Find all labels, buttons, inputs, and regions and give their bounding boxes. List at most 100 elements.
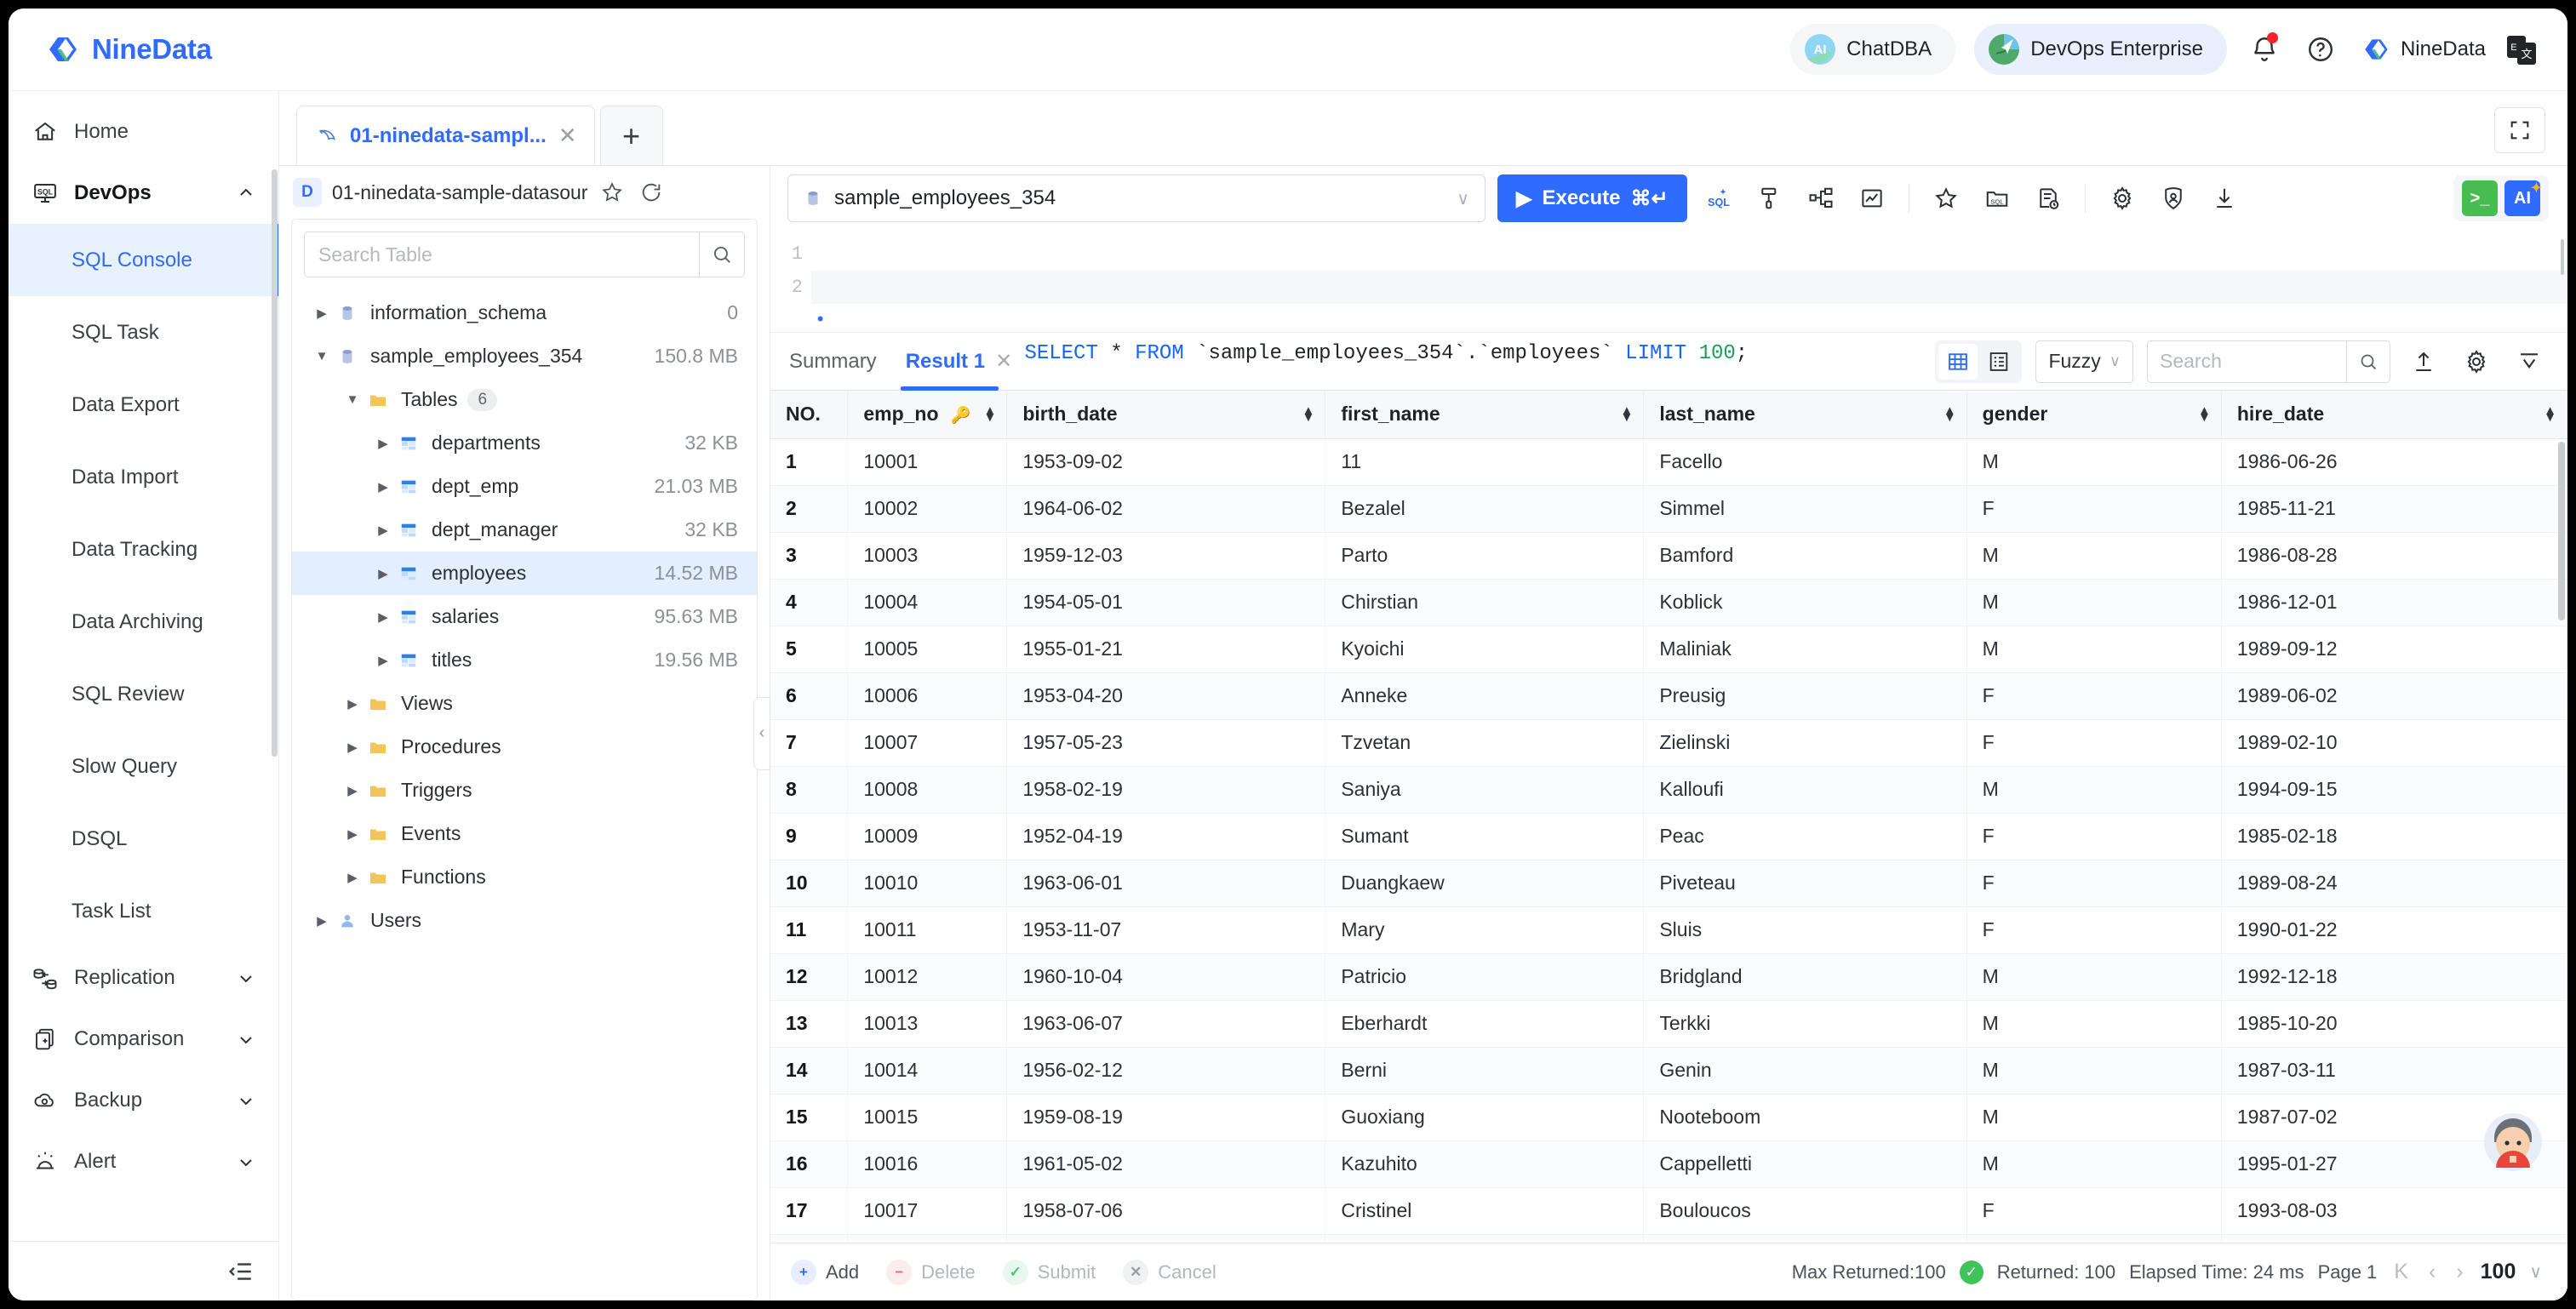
cell-emp_no[interactable]: 10018	[847, 1234, 1008, 1243]
sql-history-icon[interactable]	[2029, 179, 2068, 218]
cell-gender[interactable]: M	[1966, 626, 2222, 673]
cell-birth_date[interactable]: 1958-02-19	[1006, 766, 1326, 814]
cell-birth_date[interactable]: 1956-02-12	[1006, 1047, 1326, 1095]
tree-node-views[interactable]: ▶ Views	[292, 682, 757, 725]
cell-gender[interactable]: F	[1966, 485, 2222, 533]
cell-last_name[interactable]: Peac	[1643, 813, 1967, 860]
cell-birth_date[interactable]: 1959-12-03	[1006, 532, 1326, 580]
table-row[interactable]: 2 10002 1964-06-02 Bezalel Simmel F 1985-11-21	[770, 485, 2567, 533]
cell-last_name[interactable]: Bouloucos	[1643, 1187, 1967, 1235]
cell-first_name[interactable]: Kazuhide	[1325, 1234, 1645, 1243]
search-table-input[interactable]	[304, 232, 699, 277]
cell-last_name[interactable]: Simmel	[1643, 485, 1967, 533]
cell-emp_no[interactable]: 10016	[847, 1140, 1008, 1188]
cell-gender[interactable]: F	[1966, 860, 2222, 907]
caret-collapsed-icon[interactable]: ▶	[370, 436, 396, 451]
search-icon[interactable]	[2346, 340, 2390, 383]
cell-gender[interactable]: F	[1966, 719, 2222, 767]
tree-node-titles[interactable]: ▶ titles 19.56 MB	[292, 638, 757, 682]
cell-birth_date[interactable]: 1961-05-02	[1006, 1140, 1326, 1188]
sidebar-item-data-archiving[interactable]: Data Archiving	[9, 586, 278, 658]
cell-birth_date[interactable]: 1953-09-02	[1006, 438, 1326, 486]
cell-emp_no[interactable]: 10012	[847, 953, 1008, 1001]
cell-birth_date[interactable]: 1952-04-19	[1006, 813, 1326, 860]
cell-gender[interactable]: M	[1966, 766, 2222, 814]
sql-folder-icon[interactable]: SQL	[1978, 179, 2017, 218]
cell-last_name[interactable]: Bamford	[1643, 532, 1967, 580]
help-button[interactable]	[2302, 31, 2339, 68]
sql-plan-tree-icon[interactable]	[1801, 179, 1840, 218]
sidebar-item-slow-query[interactable]: Slow Query	[9, 730, 278, 803]
cell-emp_no[interactable]: 10008	[847, 766, 1008, 814]
cell-first_name[interactable]: Bezalel	[1325, 485, 1645, 533]
table-row[interactable]: 3 10003 1959-12-03 Parto Bamford M 1986-08-28	[770, 532, 2567, 580]
cell-gender[interactable]: F	[1966, 906, 2222, 954]
sort-toggle-icon[interactable]: ▲ ▼	[2544, 404, 2556, 424]
table-row[interactable]: 10 10010 1963-06-01 Duangkaew Piveteau F 1989-…	[770, 860, 2567, 907]
add-tab-button[interactable]: +	[599, 106, 663, 165]
sql-format-icon[interactable]: SQL	[1699, 179, 1738, 218]
form-view-icon[interactable]	[1979, 344, 2018, 380]
cell-emp_no[interactable]: 10003	[847, 532, 1008, 580]
tree-node-events[interactable]: ▶ Events	[292, 812, 757, 855]
settings-gear-icon[interactable]	[2457, 342, 2496, 381]
sidebar-group-comparison[interactable]: Comparison	[9, 1009, 278, 1070]
sidebar-item-sql-console[interactable]: SQL Console	[9, 224, 278, 296]
table-row[interactable]: 4 10004 1954-05-01 Chirstian Koblick M 1986-12…	[770, 579, 2567, 626]
caret-collapsed-icon[interactable]: ▶	[370, 653, 396, 668]
cell-first_name[interactable]: Anneke	[1325, 672, 1645, 720]
tree-node-procedures[interactable]: ▶ Procedures	[292, 725, 757, 769]
cell-emp_no[interactable]: 10017	[847, 1187, 1008, 1235]
cell-hire_date[interactable]: 1987-04-03	[2221, 1234, 2567, 1243]
favorite-star-icon[interactable]	[1926, 179, 1966, 218]
column-header-emp_no[interactable]: emp_no 🔑 ▲ ▼	[847, 391, 1008, 439]
caret-collapsed-icon[interactable]: ▶	[340, 696, 365, 712]
sort-toggle-icon[interactable]: ▲ ▼	[1620, 404, 1633, 424]
cell-last_name[interactable]: Zielinski	[1643, 719, 1967, 767]
cell-gender[interactable]: M	[1966, 1000, 2222, 1048]
table-row[interactable]: 11 10011 1953-11-07 Mary Sluis F 1990-01-22	[770, 906, 2567, 954]
table-row[interactable]: 15 10015 1959-08-19 Guoxiang Nooteboom M 1987-…	[770, 1094, 2567, 1141]
cell-hire_date[interactable]: 1989-09-12	[2221, 626, 2567, 673]
cell-last_name[interactable]: Peha	[1643, 1234, 1967, 1243]
cell-birth_date[interactable]: 1953-04-20	[1006, 672, 1326, 720]
cell-last_name[interactable]: Sluis	[1643, 906, 1967, 954]
cell-hire_date[interactable]: 1989-06-02	[2221, 672, 2567, 720]
chevron-down-icon[interactable]	[236, 1090, 256, 1111]
cell-emp_no[interactable]: 10010	[847, 860, 1008, 907]
sidebar-item-data-tracking[interactable]: Data Tracking	[9, 513, 278, 586]
cell-gender[interactable]: M	[1966, 1094, 2222, 1141]
cell-gender[interactable]: M	[1966, 1047, 2222, 1095]
cell-hire_date[interactable]: 1985-11-21	[2221, 485, 2567, 533]
upload-export-icon[interactable]	[2404, 342, 2443, 381]
sidebar-group-replication[interactable]: Replication	[9, 947, 278, 1009]
filter-icon[interactable]	[2510, 342, 2549, 381]
database-select[interactable]: sample_employees_354 ∨	[787, 174, 1485, 222]
cell-first_name[interactable]: Sumant	[1325, 813, 1645, 860]
brand-logo[interactable]: NineData	[41, 30, 212, 69]
cell-first_name[interactable]: Patricio	[1325, 953, 1645, 1001]
tree-node-information_schema[interactable]: ▶ information_schema 0	[292, 291, 757, 334]
tab-summary[interactable]: Summary	[789, 333, 877, 391]
cell-last_name[interactable]: Cappelletti	[1643, 1140, 1967, 1188]
next-page-icon[interactable]: ›	[2453, 1260, 2466, 1284]
caret-collapsed-icon[interactable]: ▶	[370, 523, 396, 538]
sidebar-group-alert[interactable]: Alert	[9, 1131, 278, 1192]
prev-page-icon[interactable]: ‹	[2425, 1260, 2439, 1284]
cell-hire_date[interactable]: 1990-01-22	[2221, 906, 2567, 954]
cell-first_name[interactable]: Guoxiang	[1325, 1094, 1645, 1141]
table-row[interactable]: 12 10012 1960-10-04 Patricio Bridgland M 1992-…	[770, 953, 2567, 1001]
column-header-last_name[interactable]: last_name ▲ ▼	[1643, 391, 1967, 439]
cell-birth_date[interactable]: 1964-06-02	[1006, 485, 1326, 533]
cell-gender[interactable]: F	[1966, 1234, 2222, 1243]
table-row[interactable]: 9 10009 1952-04-19 Sumant Peac F 1985-02-18	[770, 813, 2567, 860]
add-row-button[interactable]: + Add	[791, 1259, 859, 1285]
chevron-down-icon[interactable]	[236, 1152, 256, 1172]
cell-gender[interactable]: M	[1966, 532, 2222, 580]
cell-gender[interactable]: M	[1966, 438, 2222, 486]
caret-collapsed-icon[interactable]: ▶	[340, 870, 365, 885]
cell-emp_no[interactable]: 10004	[847, 579, 1008, 626]
cell-birth_date[interactable]: 1960-10-04	[1006, 953, 1326, 1001]
table-row[interactable]: 1 10001 1953-09-02 11 Facello M 1986-06-26	[770, 438, 2567, 486]
table-row[interactable]: 5 10005 1955-01-21 Kyoichi Maliniak M 1989-09-…	[770, 626, 2567, 673]
